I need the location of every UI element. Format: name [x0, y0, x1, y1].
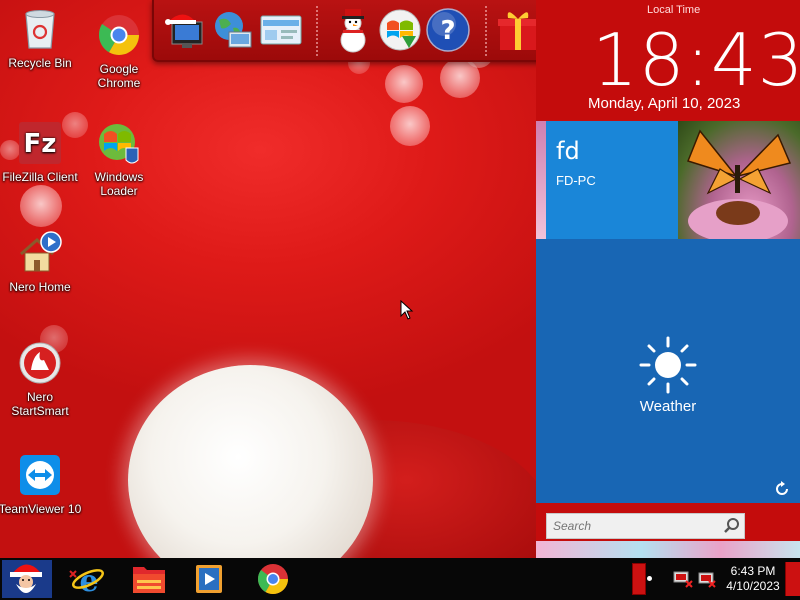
taskbar-app-chrome[interactable] — [254, 561, 292, 597]
clock-title: Local Time — [647, 4, 701, 16]
desktop-icon-windows-loader[interactable]: Windows Loader — [77, 120, 161, 198]
media-player-icon — [196, 565, 222, 593]
tray-volume-icon[interactable] — [697, 569, 719, 589]
filezilla-icon: Fz — [17, 120, 63, 166]
desktop-icon-label: Google Chrome — [97, 62, 141, 90]
file-explorer-icon — [133, 567, 165, 593]
sun-icon — [639, 336, 697, 394]
taskbar-app-internet-explorer[interactable]: e — [66, 561, 104, 599]
side-panel: Local Time 18:43 Monday, April 10, 2023 … — [536, 0, 800, 558]
clock-date: Monday, April 10, 2023 — [588, 95, 741, 112]
tray-flag-icon[interactable] — [632, 563, 646, 595]
desktop-icon-label: Recycle Bin — [8, 56, 72, 70]
windows-loader-icon — [96, 120, 142, 166]
desktop-icon-label: Nero Home — [9, 280, 71, 294]
flower-tile-edge — [536, 121, 546, 239]
desktop-icon-nero-startsmart[interactable]: Nero StartSmart — [0, 340, 82, 418]
svg-text:Fz: Fz — [24, 129, 57, 159]
taskbar-app-file-explorer[interactable] — [130, 561, 168, 597]
taskbar-app-media-player[interactable] — [190, 561, 228, 597]
desktop-icon-label: TeamViewer 10 — [0, 502, 82, 516]
desktop-icon-google-chrome[interactable]: Google Chrome — [77, 12, 161, 90]
mouse-cursor-icon — [400, 300, 414, 320]
user-name: fd — [556, 137, 580, 165]
bokeh-light — [390, 106, 430, 146]
flower-strip — [536, 541, 800, 558]
teamviewer-icon — [17, 452, 63, 498]
santa-computer-icon[interactable] — [164, 6, 212, 54]
svg-text:?: ? — [440, 16, 455, 46]
search-input[interactable] — [547, 514, 717, 538]
desktop-icon-recycle-bin[interactable]: Recycle Bin — [0, 6, 82, 70]
help-icon[interactable]: ? — [424, 6, 472, 54]
refresh-icon[interactable] — [774, 481, 790, 497]
user-tile[interactable]: fd FD-PC — [546, 121, 678, 239]
search-box — [546, 513, 745, 539]
tray-clock-time[interactable]: 6:43 PM — [724, 564, 782, 579]
snowman-icon[interactable] — [329, 6, 377, 54]
desktop-icon-label: Nero StartSmart — [11, 390, 69, 418]
desktop-icon-nero-home[interactable]: Nero Home — [0, 230, 82, 294]
chrome-icon — [96, 12, 142, 58]
dock-separator — [316, 6, 318, 56]
santa-start-icon — [2, 560, 52, 598]
photo-tile[interactable] — [678, 121, 800, 239]
network-globe-icon[interactable] — [209, 6, 257, 54]
tray-dot-icon — [647, 576, 652, 581]
control-panel-icon[interactable] — [257, 6, 305, 54]
recycle-bin-icon — [17, 6, 63, 52]
weather-tile[interactable]: Weather — [536, 239, 800, 503]
computer-name: FD-PC — [556, 173, 596, 188]
search-icon[interactable] — [723, 517, 741, 535]
gift-box-icon[interactable] — [494, 6, 542, 54]
butterfly-flower-image — [687, 129, 792, 239]
desktop-icon-filezilla[interactable]: Fz FileZilla Client — [0, 120, 82, 184]
chrome-icon — [258, 564, 288, 595]
weather-label: Weather — [639, 398, 697, 415]
bokeh-light — [385, 65, 423, 103]
internet-explorer-icon: e — [69, 564, 104, 599]
desktop-icon-label: FileZilla Client — [2, 170, 78, 184]
desktop-icon-label: Windows Loader — [94, 170, 144, 198]
clock-time: 18:43 — [592, 18, 800, 102]
tray-clock-date[interactable]: 4/10/2023 — [724, 579, 782, 594]
show-desktop-button[interactable] — [785, 562, 800, 596]
taskbar: e 6:43 PM 4/10/2023 — [0, 558, 800, 600]
desktop-icon-teamviewer[interactable]: TeamViewer 10 — [0, 452, 82, 516]
santa-hat-pompom — [128, 365, 373, 558]
windows-logo-icon[interactable] — [376, 6, 424, 54]
bokeh-light — [20, 185, 62, 227]
dock-separator — [485, 6, 487, 56]
start-button[interactable] — [0, 558, 56, 600]
nero-home-icon — [17, 230, 63, 276]
nero-startsmart-icon — [17, 340, 63, 386]
tray-network-icon[interactable] — [672, 569, 694, 589]
